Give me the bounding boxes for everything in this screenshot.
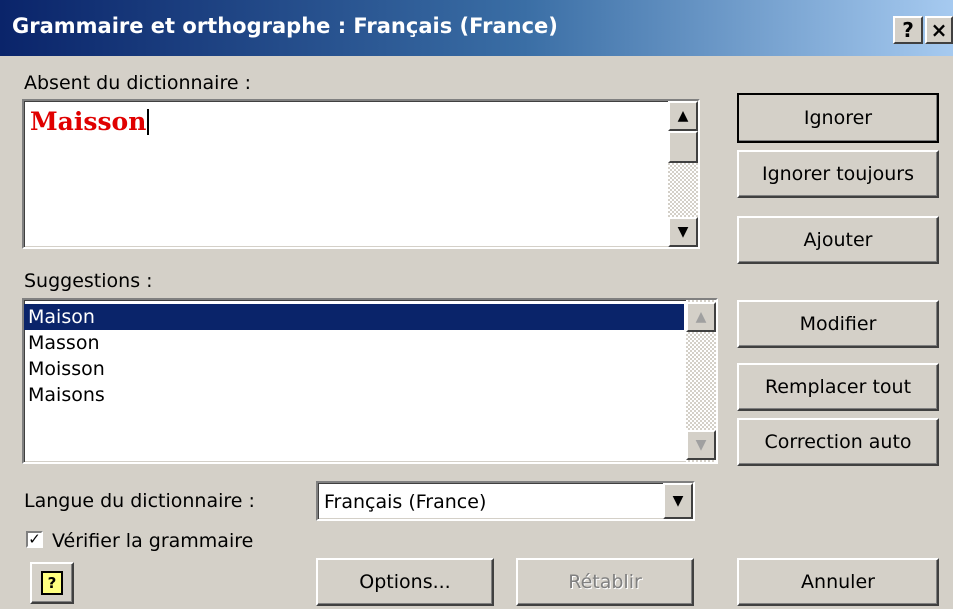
dictionary-language-label: Langue du dictionnaire : [24, 490, 255, 512]
change-all-button[interactable]: Remplacer tout [737, 363, 939, 411]
suggestion-item[interactable]: Masson [24, 330, 684, 356]
help-button[interactable]: ? [30, 562, 74, 604]
help-question-icon: ? [41, 571, 63, 595]
suggestion-item[interactable]: Maisons [24, 382, 684, 408]
close-icon[interactable]: × [925, 16, 953, 44]
dictionary-language-select[interactable]: Français (France) ▼ [316, 481, 695, 521]
help-icon[interactable]: ? [893, 16, 923, 44]
window-title: Grammaire et orthographe : Français (Fra… [12, 14, 558, 38]
check-grammar-checkbox[interactable]: ✓ [26, 531, 43, 548]
not-in-dictionary-textbox[interactable]: Maisson ▲ ▼ [22, 99, 700, 249]
misspelled-word: Maisson [30, 107, 150, 136]
suggestion-item[interactable]: Moisson [24, 356, 684, 382]
options-button[interactable]: Options... [316, 558, 494, 606]
check-grammar-label: Vérifier la grammaire [52, 530, 254, 552]
chevron-down-icon[interactable]: ▼ [663, 483, 693, 519]
undo-button[interactable]: Rétablir [516, 558, 694, 606]
text-caret [147, 109, 150, 135]
suggestion-item[interactable]: Maison [24, 304, 684, 330]
ignore-button[interactable]: Ignorer [737, 93, 939, 143]
scroll-up-icon[interactable]: ▲ [686, 302, 716, 332]
ignore-all-button[interactable]: Ignorer toujours [737, 150, 939, 198]
cancel-button[interactable]: Annuler [737, 558, 939, 606]
scroll-down-icon[interactable]: ▼ [668, 217, 698, 247]
not-in-dictionary-label: Absent du dictionnaire : [24, 72, 251, 94]
scroll-up-icon[interactable]: ▲ [668, 101, 698, 131]
suggestions-label: Suggestions : [24, 270, 153, 292]
change-button[interactable]: Modifier [737, 300, 939, 348]
add-button[interactable]: Ajouter [737, 216, 939, 264]
suggestions-list[interactable]: Maison Masson Moisson Maisons ▲ ▼ [22, 298, 718, 464]
dictionary-language-value: Français (France) [324, 491, 487, 513]
scroll-thumb[interactable] [668, 131, 698, 163]
autocorrect-button[interactable]: Correction auto [737, 418, 939, 466]
scroll-down-icon[interactable]: ▼ [686, 430, 716, 460]
